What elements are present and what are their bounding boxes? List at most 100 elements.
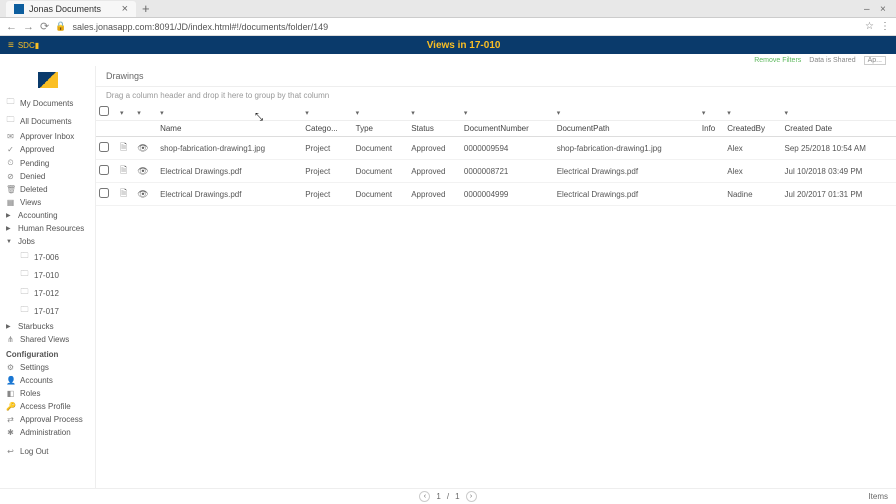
- sidebar-item-pending[interactable]: ⏲Pending: [0, 156, 95, 170]
- cell-type: Document: [353, 137, 409, 160]
- hamburger-icon[interactable]: ≡: [8, 40, 14, 51]
- cell-type: Document: [353, 183, 409, 206]
- browser-tab-strip: Jonas Documents × + – ×: [0, 0, 896, 18]
- filter-icon[interactable]: ▾: [356, 110, 360, 117]
- folder-icon: 🗀: [20, 304, 29, 318]
- filter-icon[interactable]: ▾: [727, 110, 731, 117]
- url-text[interactable]: sales.jonasapp.com:8091/JD/index.html#!/…: [72, 22, 859, 32]
- sidebar-item-shared-views[interactable]: ⋔Shared Views: [0, 333, 95, 346]
- apply-button[interactable]: Ap...: [864, 56, 886, 65]
- view-icon[interactable]: 👁: [137, 189, 148, 199]
- cell-type: Document: [353, 160, 409, 183]
- table-row[interactable]: 🗎👁Electrical Drawings.pdfProjectDocument…: [96, 160, 896, 183]
- view-icon[interactable]: 👁: [137, 143, 148, 153]
- view-icon[interactable]: 👁: [137, 166, 148, 176]
- sidebar-item-approved[interactable]: ✓Approved: [0, 143, 95, 156]
- sidebar-item-job-012[interactable]: 🗀17-012: [0, 284, 95, 302]
- row-checkbox[interactable]: [99, 165, 109, 175]
- row-checkbox[interactable]: [99, 188, 109, 198]
- reload-button[interactable]: ⟳: [40, 20, 49, 33]
- back-button[interactable]: ←: [6, 21, 17, 33]
- table-row[interactable]: 🗎👁shop-fabrication-drawing1.jpgProjectDo…: [96, 137, 896, 160]
- table-row[interactable]: 🗎👁Electrical Drawings.pdfProjectDocument…: [96, 183, 896, 206]
- sidebar-item-settings[interactable]: ⚙Settings: [0, 361, 95, 374]
- document-icon[interactable]: 🗎: [120, 165, 127, 175]
- filter-icon[interactable]: ▾: [464, 110, 468, 117]
- sidebar-item-accounts[interactable]: 👤Accounts: [0, 374, 95, 387]
- prev-page-button[interactable]: ‹: [419, 491, 430, 502]
- col-info[interactable]: Info: [699, 121, 724, 137]
- sidebar-item-job-006[interactable]: 🗀17-006: [0, 248, 95, 266]
- sidebar-item-deleted[interactable]: 🗑Deleted: [0, 183, 95, 196]
- app-header: ≡ SDC▮ Views in 17-010: [0, 36, 896, 54]
- cell-doc-path: shop-fabrication-drawing1.jpg: [554, 137, 699, 160]
- cell-created-date: Jul 20/2017 01:31 PM: [782, 183, 896, 206]
- sidebar-item-label: Approver Inbox: [20, 132, 74, 141]
- sidebar-item-approver-inbox[interactable]: ✉Approver Inbox: [0, 130, 95, 143]
- star-icon[interactable]: ☆: [865, 21, 874, 32]
- filter-icon[interactable]: ▾: [785, 110, 789, 117]
- sidebar-item-starbucks[interactable]: ▶Starbucks: [0, 320, 95, 333]
- document-icon[interactable]: 🗎: [120, 188, 127, 198]
- sidebar-item-administration[interactable]: ✱Administration: [0, 426, 95, 439]
- col-doc-path[interactable]: DocumentPath: [554, 121, 699, 137]
- window-close-icon[interactable]: ×: [880, 4, 890, 14]
- cell-doc-number: 0000008721: [461, 160, 554, 183]
- sidebar-item-job-017[interactable]: 🗀17-017: [0, 302, 95, 320]
- tab-favicon: [14, 4, 24, 14]
- col-doc-number[interactable]: DocumentNumber: [461, 121, 554, 137]
- sidebar-item-views[interactable]: ▦Views: [0, 196, 95, 209]
- sidebar-item-logout[interactable]: ↩Log Out: [0, 445, 95, 458]
- col-category[interactable]: Catego...: [302, 121, 352, 137]
- cell-doc-number: 0000009594: [461, 137, 554, 160]
- select-all-checkbox[interactable]: [99, 106, 109, 116]
- sidebar-item-all-documents[interactable]: 🗀All Documents: [0, 112, 95, 130]
- gear-icon: ⚙: [6, 363, 15, 372]
- row-checkbox[interactable]: [99, 142, 109, 152]
- sidebar-item-label: Roles: [20, 389, 40, 398]
- sidebar-item-hr[interactable]: ▶Human Resources: [0, 222, 95, 235]
- header-row: Name Catego... Type Status DocumentNumbe…: [96, 121, 896, 137]
- browser-menu-icon[interactable]: ⋮: [880, 21, 890, 32]
- minimize-icon[interactable]: –: [864, 4, 874, 14]
- sidebar-item-label: Jobs: [18, 237, 35, 246]
- sidebar-item-denied[interactable]: ⊘Denied: [0, 170, 95, 183]
- filter-icon[interactable]: ▾: [557, 110, 561, 117]
- chevron-right-icon: ▶: [6, 323, 13, 330]
- new-tab-button[interactable]: +: [142, 1, 150, 16]
- forward-button[interactable]: →: [23, 21, 34, 33]
- filter-icon[interactable]: ▾: [702, 110, 706, 117]
- sidebar-item-roles[interactable]: ◧Roles: [0, 387, 95, 400]
- sidebar-item-my-documents[interactable]: 🗀My Documents: [0, 94, 95, 112]
- sidebar-item-label: All Documents: [20, 117, 72, 126]
- filter-icon[interactable]: ▾: [411, 110, 415, 117]
- col-created-date[interactable]: Created Date: [782, 121, 896, 137]
- sidebar-item-access-profile[interactable]: 🔑Access Profile: [0, 400, 95, 413]
- cell-created-by: Alex: [724, 137, 781, 160]
- col-created-by[interactable]: CreatedBy: [724, 121, 781, 137]
- filter-icon[interactable]: ▾: [120, 110, 124, 117]
- share-icon: ⋔: [6, 335, 15, 344]
- sidebar-item-jobs[interactable]: ▼Jobs: [0, 235, 95, 248]
- page-total: 1: [455, 492, 459, 501]
- sidebar-item-accounting[interactable]: ▶Accounting: [0, 209, 95, 222]
- brand-text: SDC▮: [18, 41, 39, 50]
- filter-icon[interactable]: ▾: [137, 110, 141, 117]
- remove-filters-link[interactable]: Remove Filters: [754, 57, 801, 64]
- close-tab-icon[interactable]: ×: [122, 3, 128, 15]
- sidebar-item-approval-process[interactable]: ⇄Approval Process: [0, 413, 95, 426]
- cell-status: Approved: [408, 183, 461, 206]
- cell-created-date: Jul 10/2018 03:49 PM: [782, 160, 896, 183]
- group-by-hint[interactable]: Drag a column header and drop it here to…: [96, 87, 896, 104]
- col-status[interactable]: Status: [408, 121, 461, 137]
- document-icon[interactable]: 🗎: [120, 142, 127, 152]
- sidebar-item-job-010[interactable]: 🗀17-010: [0, 266, 95, 284]
- col-name[interactable]: Name: [157, 121, 302, 137]
- cell-created-by: Alex: [724, 160, 781, 183]
- browser-tab[interactable]: Jonas Documents ×: [6, 1, 136, 17]
- filter-icon[interactable]: ▾: [160, 110, 164, 117]
- col-type[interactable]: Type: [353, 121, 409, 137]
- sidebar-item-label: Access Profile: [20, 402, 71, 411]
- next-page-button[interactable]: ›: [466, 491, 477, 502]
- filter-icon[interactable]: ▾: [305, 110, 309, 117]
